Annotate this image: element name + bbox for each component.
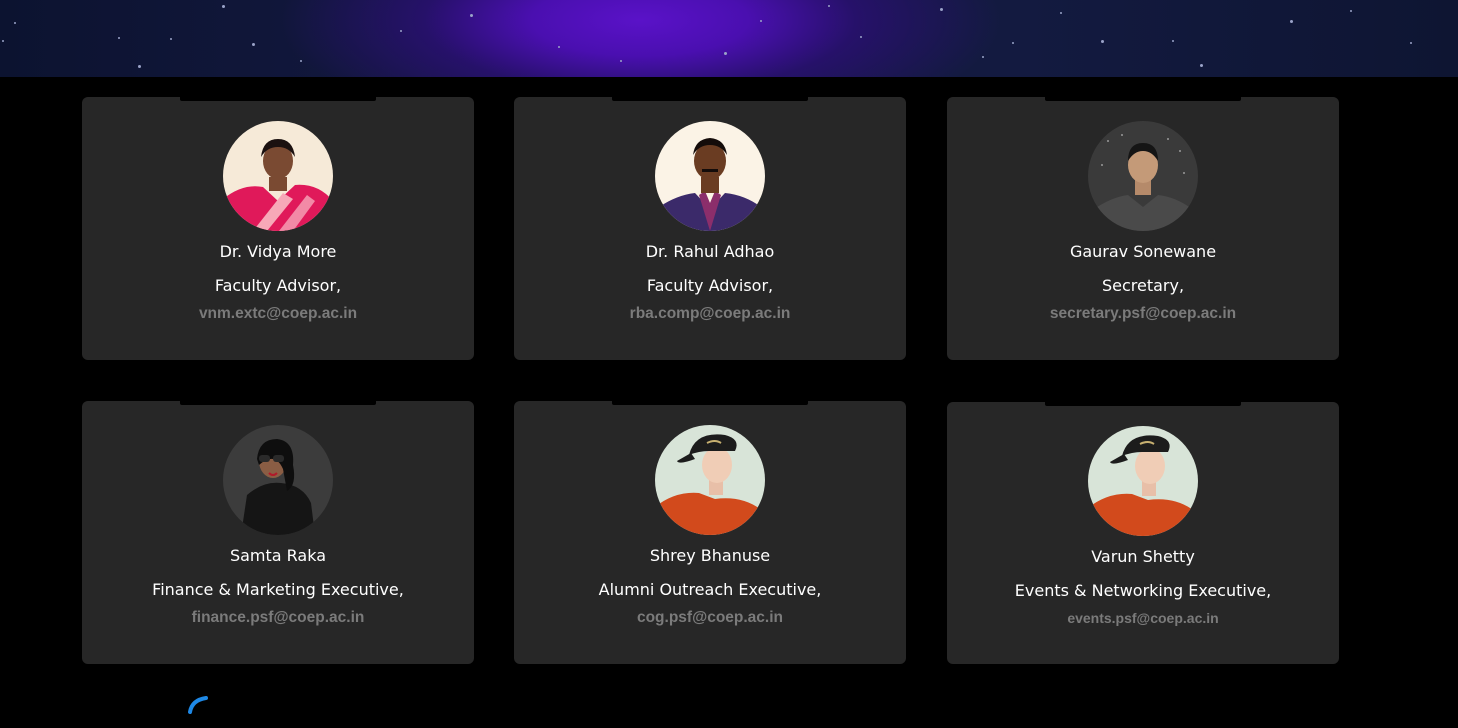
member-email-link[interactable]: secretary.psf@coep.ac.in xyxy=(947,305,1339,323)
member-name: Shrey Bhanuse xyxy=(649,546,771,565)
member-email-link[interactable]: cog.psf@coep.ac.in xyxy=(514,609,906,627)
card-tab-decoration xyxy=(1045,402,1241,406)
member-role: Faculty Advisor, xyxy=(214,276,342,295)
avatar xyxy=(655,121,765,231)
team-grid: Dr. Vidya More Faculty Advisor, vnm.extc… xyxy=(0,0,1458,706)
member-role: Alumni Outreach Executive, xyxy=(598,580,822,599)
brand-logo-icon xyxy=(186,694,216,724)
member-email-link[interactable]: finance.psf@coep.ac.in xyxy=(82,609,474,627)
member-name: Samta Raka xyxy=(229,546,327,565)
avatar xyxy=(1088,121,1198,231)
member-card: Varun Shetty Events & Networking Executi… xyxy=(947,402,1339,664)
member-card: Shrey Bhanuse Alumni Outreach Executive,… xyxy=(514,401,906,664)
avatar xyxy=(1088,426,1198,536)
member-name: Dr. Vidya More xyxy=(219,242,337,261)
member-email-link[interactable]: events.psf@coep.ac.in xyxy=(947,610,1339,626)
avatar xyxy=(223,121,333,231)
member-email-link[interactable]: rba.comp@coep.ac.in xyxy=(514,305,906,323)
avatar xyxy=(655,425,765,535)
member-card: Dr. Vidya More Faculty Advisor, vnm.extc… xyxy=(82,97,474,360)
member-email-link[interactable]: vnm.extc@coep.ac.in xyxy=(82,305,474,323)
member-role: Secretary, xyxy=(1101,276,1185,295)
member-name: Varun Shetty xyxy=(1091,547,1195,566)
member-name: Gaurav Sonewane xyxy=(1069,242,1217,261)
member-role: Finance & Marketing Executive, xyxy=(152,580,404,599)
card-tab-decoration xyxy=(180,97,376,101)
member-card: Samta Raka Finance & Marketing Executive… xyxy=(82,401,474,664)
member-card: Gaurav Sonewane Secretary, secretary.psf… xyxy=(947,97,1339,360)
footer xyxy=(0,680,1458,714)
member-role: Events & Networking Executive, xyxy=(1014,581,1272,600)
avatar xyxy=(223,425,333,535)
card-tab-decoration xyxy=(180,401,376,405)
card-tab-decoration xyxy=(1045,97,1241,101)
member-role: Faculty Advisor, xyxy=(646,276,774,295)
member-name: Dr. Rahul Adhao xyxy=(645,242,775,261)
card-tab-decoration xyxy=(612,401,808,405)
card-tab-decoration xyxy=(612,97,808,101)
member-card: Dr. Rahul Adhao Faculty Advisor, rba.com… xyxy=(514,97,906,360)
